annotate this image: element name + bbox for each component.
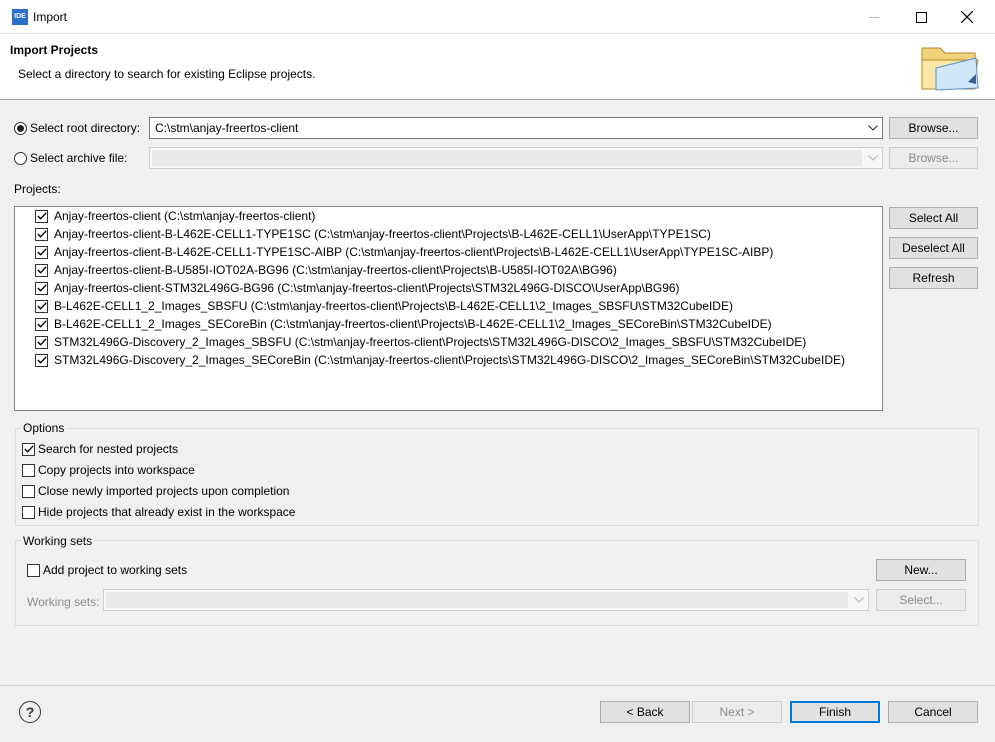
finish-button[interactable]: Finish bbox=[790, 701, 880, 723]
checkbox-checked-icon[interactable] bbox=[35, 281, 48, 295]
working-sets-combo[interactable] bbox=[103, 589, 869, 611]
next-button[interactable]: Next > bbox=[692, 701, 782, 723]
search-nested-label: Search for nested projects bbox=[38, 442, 179, 456]
archive-file-radio[interactable]: Select archive file: bbox=[14, 151, 127, 165]
chevron-down-icon bbox=[864, 148, 882, 168]
cancel-button[interactable]: Cancel bbox=[888, 701, 978, 723]
footer-separator bbox=[0, 685, 995, 686]
chevron-down-icon bbox=[850, 590, 868, 610]
checkbox-checked-icon[interactable] bbox=[35, 299, 48, 313]
window-title: Import bbox=[33, 10, 68, 24]
copy-projects-checkbox[interactable]: Copy projects into workspace bbox=[22, 463, 195, 477]
project-item-label: Anjay-freertos-client-B-L462E-CELL1-TYPE… bbox=[54, 227, 711, 241]
checkbox-unchecked-icon[interactable] bbox=[22, 484, 35, 498]
checkbox-checked-icon[interactable] bbox=[35, 335, 48, 349]
radio-unselected-icon bbox=[14, 151, 27, 165]
archive-file-label: Select archive file: bbox=[30, 151, 128, 165]
project-item[interactable]: B-L462E-CELL1_2_Images_SECoreBin (C:\stm… bbox=[35, 315, 772, 333]
back-button[interactable]: < Back bbox=[600, 701, 690, 723]
checkbox-unchecked-icon[interactable] bbox=[22, 463, 35, 477]
projects-list[interactable]: Anjay-freertos-client (C:\stm\anjay-free… bbox=[14, 206, 883, 411]
project-item-label: Anjay-freertos-client (C:\stm\anjay-free… bbox=[54, 209, 316, 223]
project-item-label: STM32L496G-Discovery_2_Images_SECoreBin … bbox=[54, 353, 845, 367]
working-sets-field bbox=[106, 592, 848, 608]
minimize-button[interactable] bbox=[851, 0, 897, 34]
close-imported-checkbox[interactable]: Close newly imported projects upon compl… bbox=[22, 484, 289, 498]
select-all-button[interactable]: Select All bbox=[889, 207, 978, 229]
checkbox-checked-icon[interactable] bbox=[35, 227, 48, 241]
archive-file-combo[interactable] bbox=[149, 147, 883, 169]
copy-projects-label: Copy projects into workspace bbox=[38, 463, 195, 477]
browse-archive-button[interactable]: Browse... bbox=[889, 147, 978, 169]
working-sets-label: Working sets bbox=[21, 534, 95, 548]
options-label: Options bbox=[21, 421, 67, 435]
project-item[interactable]: Anjay-freertos-client (C:\stm\anjay-free… bbox=[35, 207, 315, 225]
project-item[interactable]: STM32L496G-Discovery_2_Images_SBSFU (C:\… bbox=[35, 333, 806, 351]
working-sets-group bbox=[15, 540, 979, 626]
project-item-label: Anjay-freertos-client-STM32L496G-BG96 (C… bbox=[54, 281, 680, 295]
select-working-set-button[interactable]: Select... bbox=[876, 589, 966, 611]
maximize-button[interactable] bbox=[898, 0, 944, 34]
help-icon[interactable]: ? bbox=[19, 701, 41, 723]
checkbox-checked-icon[interactable] bbox=[35, 263, 48, 277]
title-bar bbox=[0, 0, 995, 34]
close-icon bbox=[961, 11, 973, 23]
close-imported-label: Close newly imported projects upon compl… bbox=[38, 484, 290, 498]
project-item-label: B-L462E-CELL1_2_Images_SBSFU (C:\stm\anj… bbox=[54, 299, 733, 313]
add-to-working-sets-label: Add project to working sets bbox=[43, 563, 188, 577]
project-item[interactable]: Anjay-freertos-client-STM32L496G-BG96 (C… bbox=[35, 279, 680, 297]
checkbox-checked-icon[interactable] bbox=[35, 353, 48, 367]
checkbox-checked-icon[interactable] bbox=[22, 442, 35, 456]
maximize-icon bbox=[915, 11, 927, 23]
checkbox-checked-icon[interactable] bbox=[35, 317, 48, 331]
hide-existing-label: Hide projects that already exist in the … bbox=[38, 505, 296, 519]
project-item[interactable]: Anjay-freertos-client-B-L462E-CELL1-TYPE… bbox=[35, 243, 773, 261]
hide-existing-checkbox[interactable]: Hide projects that already exist in the … bbox=[22, 505, 295, 519]
close-button[interactable] bbox=[944, 0, 990, 34]
project-item-label: Anjay-freertos-client-B-L462E-CELL1-TYPE… bbox=[54, 245, 774, 259]
archive-file-field bbox=[152, 150, 862, 166]
project-item[interactable]: Anjay-freertos-client-B-U585I-IOT02A-BG9… bbox=[35, 261, 617, 279]
project-item[interactable]: B-L462E-CELL1_2_Images_SBSFU (C:\stm\anj… bbox=[35, 297, 733, 315]
root-directory-radio[interactable]: Select root directory: bbox=[14, 121, 140, 135]
checkbox-checked-icon[interactable] bbox=[35, 209, 48, 223]
search-nested-checkbox[interactable]: Search for nested projects bbox=[22, 442, 178, 456]
minimize-icon bbox=[869, 17, 879, 18]
checkbox-checked-icon[interactable] bbox=[35, 245, 48, 259]
deselect-all-button[interactable]: Deselect All bbox=[889, 237, 978, 259]
project-item-label: STM32L496G-Discovery_2_Images_SBSFU (C:\… bbox=[54, 335, 807, 349]
chevron-down-icon[interactable] bbox=[864, 118, 882, 138]
refresh-button[interactable]: Refresh bbox=[889, 267, 978, 289]
new-working-set-button[interactable]: New... bbox=[876, 559, 966, 581]
working-sets-field-label: Working sets: bbox=[27, 595, 100, 609]
add-to-working-sets-checkbox[interactable]: Add project to working sets bbox=[27, 563, 187, 577]
root-directory-combo[interactable]: C:\stm\anjay-freertos-client bbox=[149, 117, 883, 139]
projects-label: Projects: bbox=[14, 182, 61, 196]
checkbox-unchecked-icon[interactable] bbox=[22, 505, 35, 519]
ide-app-icon: IDE bbox=[12, 9, 28, 25]
project-item-label: Anjay-freertos-client-B-U585I-IOT02A-BG9… bbox=[54, 263, 617, 277]
checkbox-unchecked-icon[interactable] bbox=[27, 563, 40, 577]
radio-selected-icon bbox=[14, 121, 27, 135]
project-item-label: B-L462E-CELL1_2_Images_SECoreBin (C:\stm… bbox=[54, 317, 772, 331]
root-directory-label: Select root directory: bbox=[30, 121, 141, 135]
page-title: Import Projects bbox=[10, 43, 99, 57]
project-item[interactable]: Anjay-freertos-client-B-L462E-CELL1-TYPE… bbox=[35, 225, 711, 243]
project-item[interactable]: STM32L496G-Discovery_2_Images_SECoreBin … bbox=[35, 351, 845, 369]
browse-root-button[interactable]: Browse... bbox=[889, 117, 978, 139]
page-description: Select a directory to search for existin… bbox=[18, 67, 316, 81]
root-directory-value: C:\stm\anjay-freertos-client bbox=[155, 121, 299, 135]
folder-icon bbox=[918, 40, 982, 97]
